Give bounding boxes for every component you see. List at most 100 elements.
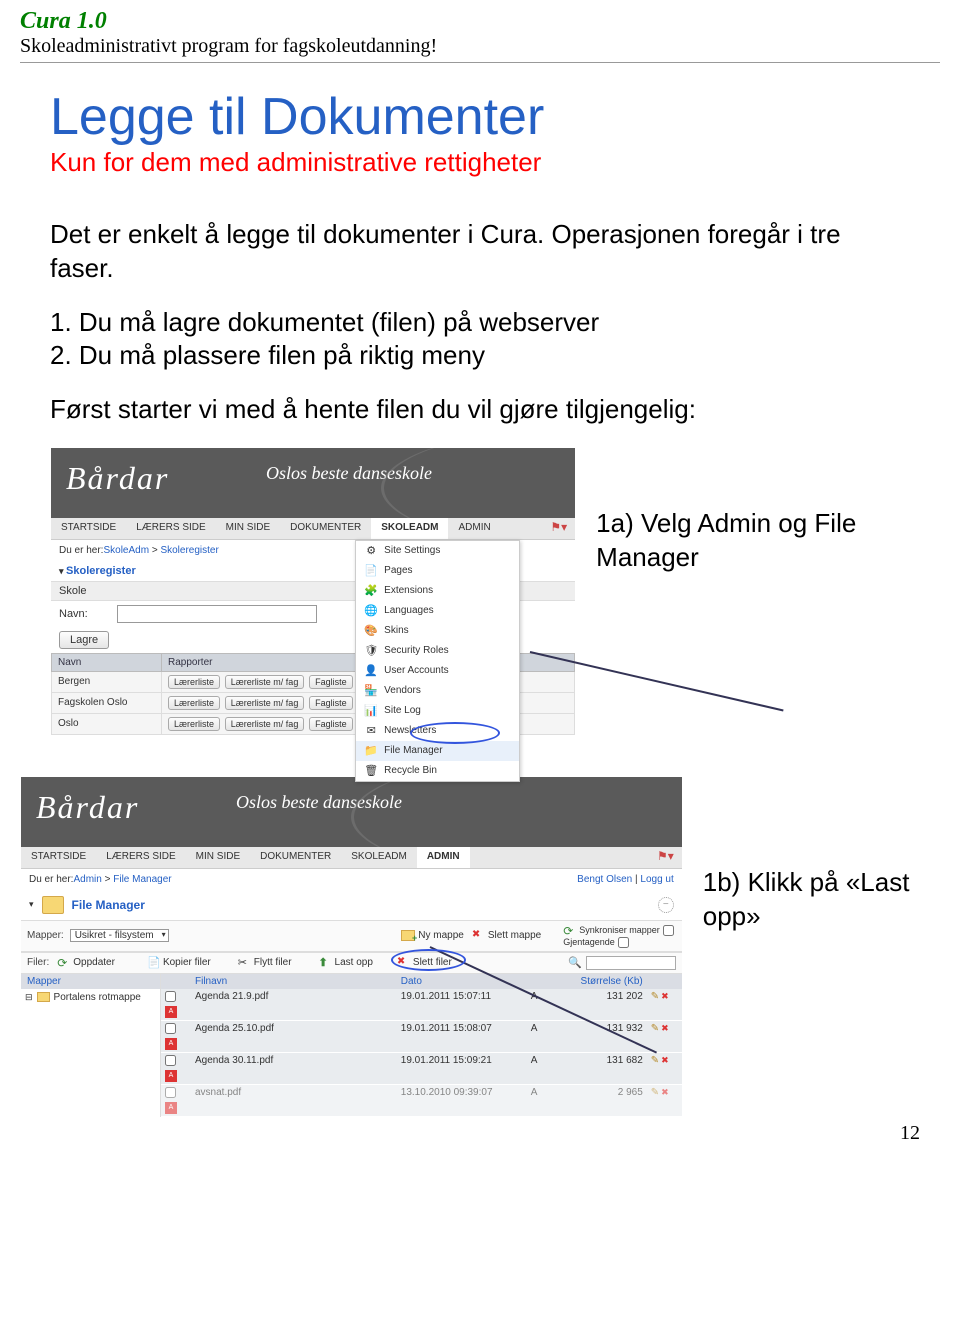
tab-laerers-side[interactable]: LÆRERS SIDE xyxy=(96,847,185,868)
tab-admin[interactable]: ADMIN xyxy=(417,847,470,868)
flag-icon[interactable]: ⚑▾ xyxy=(649,847,682,868)
search-input[interactable] xyxy=(586,956,676,970)
input-navn[interactable] xyxy=(117,605,317,623)
file-date: 13.10.2010 09:39:07 xyxy=(397,1085,527,1116)
btn-fagliste[interactable]: Fagliste xyxy=(309,675,353,689)
triangle-icon[interactable]: ▾ xyxy=(29,899,34,910)
tab-skoleadm[interactable]: SKOLEADM xyxy=(371,518,448,539)
delete-icon[interactable] xyxy=(661,1023,669,1050)
tab-skoleadm[interactable]: SKOLEADM xyxy=(341,847,417,868)
btn-ny-mappe[interactable]: Ny mappe xyxy=(399,930,466,941)
file-row: A avsnat.pdf 13.10.2010 09:39:07 A 2 965 xyxy=(161,1085,682,1117)
menu-security-roles[interactable]: 🛡Security Roles xyxy=(356,641,519,661)
btn-synkroniser[interactable]: ⟳Synkroniser mapper xyxy=(561,924,676,937)
chk-file[interactable] xyxy=(165,991,176,1002)
edit-icon[interactable] xyxy=(651,1023,659,1050)
file-date: 19.01.2011 15:08:07 xyxy=(397,1021,527,1052)
step-2: 2. Du må plassere filen på riktig meny xyxy=(50,339,910,373)
menu-vendors[interactable]: 🏪Vendors xyxy=(356,681,519,701)
edit-icon[interactable] xyxy=(651,991,659,1018)
folder-icon: 📁 xyxy=(364,744,378,758)
logout-link[interactable]: Logg ut xyxy=(640,874,673,885)
btn-laererliste-fag[interactable]: Lærerliste m/ fag xyxy=(225,675,305,689)
pdf-icon: A xyxy=(165,1038,177,1050)
tab-min-side[interactable]: MIN SIDE xyxy=(186,847,250,868)
delete-icon xyxy=(397,956,410,969)
menu-site-settings[interactable]: ⚙Site Settings xyxy=(356,541,519,561)
breadcrumb-skoleregister[interactable]: Skoleregister xyxy=(160,545,218,556)
screenshot-1: Bårdar Oslos beste danseskole STARTSIDE … xyxy=(50,447,576,736)
store-icon: 🏪 xyxy=(364,684,378,698)
breadcrumb-file-manager[interactable]: File Manager xyxy=(113,874,171,885)
add-folder-icon xyxy=(401,930,415,941)
edit-icon[interactable] xyxy=(651,1055,659,1082)
delete-icon[interactable] xyxy=(661,1055,669,1082)
chk-file[interactable] xyxy=(165,1087,176,1098)
delete-icon[interactable] xyxy=(661,1087,669,1114)
palette-icon: 🎨 xyxy=(364,624,378,638)
chk-recur[interactable] xyxy=(618,937,629,948)
file-name[interactable]: Agenda 25.10.pdf xyxy=(191,1021,397,1052)
btn-slett-mappe[interactable]: Slett mappe xyxy=(470,929,543,942)
btn-fagliste[interactable]: Fagliste xyxy=(309,717,353,731)
file-row: A Agenda 30.11.pdf 19.01.2011 15:09:21 A… xyxy=(161,1053,682,1085)
btn-oppdater[interactable]: ⟳Oppdater xyxy=(55,956,117,969)
select-mapper[interactable]: Usikret - filsystem xyxy=(70,929,169,942)
menu-site-log[interactable]: 📊Site Log xyxy=(356,701,519,721)
breadcrumb-admin[interactable]: Admin xyxy=(73,874,101,885)
page-title: Legge til Dokumenter xyxy=(50,87,910,147)
btn-laererliste[interactable]: Lærerliste xyxy=(168,675,220,689)
tab-dokumenter[interactable]: DOKUMENTER xyxy=(280,518,371,539)
chk-file[interactable] xyxy=(165,1055,176,1066)
chk-file[interactable] xyxy=(165,1023,176,1034)
edit-icon[interactable] xyxy=(651,1087,659,1114)
btn-slett-filer[interactable]: Slett filer xyxy=(395,956,454,969)
tab-dokumenter[interactable]: DOKUMENTER xyxy=(250,847,341,868)
file-name[interactable]: avsnat.pdf xyxy=(191,1085,397,1116)
file-name[interactable]: Agenda 30.11.pdf xyxy=(191,1053,397,1084)
menu-extensions[interactable]: 🧩Extensions xyxy=(356,581,519,601)
menu-file-manager[interactable]: 📁File Manager xyxy=(356,741,519,761)
menu-user-accounts[interactable]: 👤User Accounts xyxy=(356,661,519,681)
breadcrumb-skoleadm[interactable]: SkoleAdm xyxy=(103,545,149,556)
pdf-icon: A xyxy=(165,1070,177,1082)
th-storrelse[interactable]: Størrelse (Kb) xyxy=(547,974,647,989)
btn-fagliste[interactable]: Fagliste xyxy=(309,696,353,710)
btn-laererliste-fag[interactable]: Lærerliste m/ fag xyxy=(225,717,305,731)
cell-school-name: Bergen xyxy=(52,671,162,692)
th-filnavn[interactable]: Filnavn xyxy=(191,974,397,989)
collapse-icon[interactable]: − xyxy=(658,897,674,913)
tab-admin[interactable]: ADMIN xyxy=(448,518,500,539)
btn-laererliste-fag[interactable]: Lærerliste m/ fag xyxy=(225,696,305,710)
file-name[interactable]: Agenda 21.9.pdf xyxy=(191,989,397,1020)
nav-tabs: STARTSIDE LÆRERS SIDE MIN SIDE DOKUMENTE… xyxy=(51,518,575,540)
puzzle-icon: 🧩 xyxy=(364,584,378,598)
file-row: A Agenda 21.9.pdf 19.01.2011 15:07:11 A … xyxy=(161,989,682,1021)
folder-root[interactable]: ⊟ Portalens rotmappe xyxy=(21,989,160,1006)
chart-icon: 📊 xyxy=(364,704,378,718)
tab-min-side[interactable]: MIN SIDE xyxy=(216,518,280,539)
user-link[interactable]: Bengt Olsen xyxy=(577,874,632,885)
btn-laererliste[interactable]: Lærerliste xyxy=(168,717,220,731)
tab-startside[interactable]: STARTSIDE xyxy=(51,518,126,539)
btn-laererliste[interactable]: Lærerliste xyxy=(168,696,220,710)
tab-startside[interactable]: STARTSIDE xyxy=(21,847,96,868)
chk-sync[interactable] xyxy=(663,925,674,936)
menu-newsletters[interactable]: ✉Newsletters xyxy=(356,721,519,741)
search-icon[interactable] xyxy=(568,956,582,969)
tab-laerers-side[interactable]: LÆRERS SIDE xyxy=(126,518,215,539)
lagre-button[interactable]: Lagre xyxy=(59,631,109,649)
delete-icon[interactable] xyxy=(661,991,669,1018)
th-dato[interactable]: Dato xyxy=(397,974,527,989)
btn-last-opp[interactable]: Last opp xyxy=(317,956,375,969)
menu-recycle-bin[interactable]: 🗑Recycle Bin xyxy=(356,761,519,781)
expand-icon[interactable]: ⊟ xyxy=(25,992,33,1003)
btn-kopier-filer[interactable]: Kopier filer xyxy=(145,956,213,969)
btn-flytt-filer[interactable]: Flytt filer xyxy=(236,956,294,969)
menu-pages[interactable]: 📄Pages xyxy=(356,561,519,581)
flag-icon[interactable]: ⚑▾ xyxy=(542,518,575,539)
user-icon: 👤 xyxy=(364,664,378,678)
menu-skins[interactable]: 🎨Skins xyxy=(356,621,519,641)
file-size: 131 682 xyxy=(547,1053,647,1084)
menu-languages[interactable]: 🌐Languages xyxy=(356,601,519,621)
